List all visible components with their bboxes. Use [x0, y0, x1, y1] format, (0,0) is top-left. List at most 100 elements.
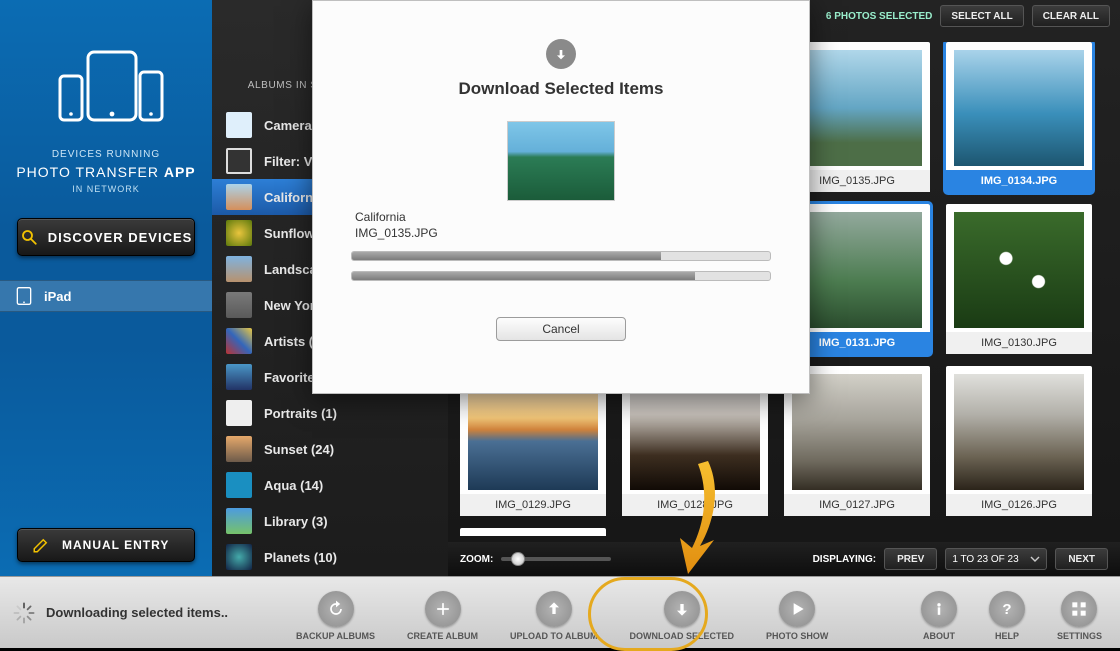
brand-title-bold: APP — [164, 164, 196, 180]
photo-thumbnail — [954, 212, 1084, 328]
album-thumbnail — [226, 292, 252, 318]
modal-progress-file — [351, 251, 771, 261]
about-button[interactable]: ABOUT — [921, 591, 957, 641]
download-modal: Download Selected Items California IMG_0… — [312, 0, 810, 394]
manual-entry-button[interactable]: MANUAL ENTRY — [17, 528, 195, 562]
device-item-ipad[interactable]: iPad — [0, 280, 212, 312]
next-page-button[interactable]: NEXT — [1055, 548, 1108, 570]
modal-progress-total — [351, 271, 771, 281]
album-thumbnail — [226, 472, 252, 498]
photo-caption: IMG_0134.JPG — [946, 170, 1092, 192]
brand-title-text: PHOTO TRANSFER — [16, 164, 159, 180]
photo-thumbnail — [954, 50, 1084, 166]
photo-show-button[interactable]: PHOTO SHOW — [766, 591, 828, 641]
photo-caption: IMG_0128.JPG — [622, 494, 768, 516]
create-album-button[interactable]: CREATE ALBUM — [407, 591, 478, 641]
chevron-down-icon — [1030, 554, 1040, 564]
about-label: ABOUT — [923, 631, 955, 641]
settings-button[interactable]: SETTINGS — [1057, 591, 1102, 641]
album-item-sunset[interactable]: Sunset (24) — [212, 431, 448, 467]
photo-caption: IMG_0127.JPG — [784, 494, 930, 516]
page-dropdown-label: 1 TO 23 OF 23 — [952, 554, 1018, 565]
album-label: Aqua (14) — [264, 478, 323, 493]
network-panel: DEVICES RUNNING PHOTO TRANSFER APP IN NE… — [0, 0, 212, 576]
album-item-planets[interactable]: Planets (10) — [212, 539, 448, 575]
plus-icon — [425, 591, 461, 627]
play-icon — [779, 591, 815, 627]
album-thumbnail — [226, 364, 252, 390]
album-label: Portraits (1) — [264, 406, 337, 421]
album-thumbnail — [226, 400, 252, 426]
help-button[interactable]: ? HELP — [989, 591, 1025, 641]
discover-label-bold: DISCOVER — [48, 230, 124, 245]
select-all-button[interactable]: SELECT ALL — [940, 5, 1023, 27]
devices-illustration — [0, 50, 212, 135]
album-item-aqua[interactable]: Aqua (14) — [212, 467, 448, 503]
create-album-label: CREATE ALBUM — [407, 631, 478, 641]
album-thumbnail — [226, 184, 252, 210]
status-text: Downloading selected items.. — [46, 605, 228, 620]
photo-thumbnail — [954, 374, 1084, 490]
upload-to-album-label: UPLOAD TO ALBUM — [510, 631, 598, 641]
download-selected-button[interactable]: DOWNLOAD SELECTED — [630, 591, 735, 641]
brand-title: PHOTO TRANSFER APP — [0, 164, 212, 180]
upload-to-album-button[interactable]: UPLOAD TO ALBUM — [510, 591, 598, 641]
selected-count: 6 PHOTOS SELECTED — [826, 11, 933, 22]
photo-item[interactable]: IMG_0134.JPG — [946, 42, 1092, 192]
tablet-icon — [14, 286, 34, 306]
album-thumbnail — [226, 544, 252, 570]
download-icon — [664, 591, 700, 627]
album-thumbnail — [226, 256, 252, 282]
photo-item[interactable]: IMG_0130.JPG — [946, 204, 1092, 354]
prev-page-button[interactable]: PREV — [884, 548, 937, 570]
album-thumbnail — [226, 112, 252, 138]
album-thumbnail — [226, 148, 252, 174]
info-icon — [921, 591, 957, 627]
edit-icon — [32, 536, 50, 554]
spinner-icon — [12, 601, 36, 625]
photo-thumbnail — [792, 374, 922, 490]
photo-thumbnail — [792, 212, 922, 328]
photo-caption: IMG_0130.JPG — [946, 332, 1092, 354]
label-devices-running: DEVICES RUNNING — [0, 149, 212, 160]
search-icon — [20, 228, 38, 246]
upload-icon — [536, 591, 572, 627]
settings-label: SETTINGS — [1057, 631, 1102, 641]
clear-all-button[interactable]: CLEAR ALL — [1032, 5, 1110, 27]
help-label: HELP — [995, 631, 1019, 641]
photo-item[interactable]: IMG_0126.JPG — [946, 366, 1092, 516]
modal-album-name: California — [355, 209, 438, 225]
album-item-library[interactable]: Library (3) — [212, 503, 448, 539]
photo-show-label: PHOTO SHOW — [766, 631, 828, 641]
grid-footer: ZOOM: DISPLAYING: PREV 1 TO 23 OF 23 NEX… — [448, 542, 1120, 576]
photo-caption: IMG_0129.JPG — [460, 494, 606, 516]
status-area: Downloading selected items.. — [0, 601, 280, 625]
modal-cancel-button[interactable]: Cancel — [496, 317, 626, 341]
bottom-toolbar: Downloading selected items.. BACKUP ALBU… — [0, 576, 1120, 648]
album-item-portraits[interactable]: Portraits (1) — [212, 395, 448, 431]
photo-item[interactable]: IMG_0125.JPG — [460, 528, 606, 536]
svg-text:?: ? — [1002, 601, 1011, 618]
photo-caption: IMG_0126.JPG — [946, 494, 1092, 516]
backup-albums-button[interactable]: BACKUP ALBUMS — [296, 591, 375, 641]
modal-file-name: IMG_0135.JPG — [355, 225, 438, 241]
zoom-label: ZOOM: — [460, 554, 493, 565]
album-label: Sunset (24) — [264, 442, 334, 457]
album-label: Planets (10) — [264, 550, 337, 565]
zoom-slider-knob[interactable] — [511, 552, 525, 566]
page-dropdown[interactable]: 1 TO 23 OF 23 — [945, 548, 1047, 570]
zoom-slider[interactable] — [501, 557, 611, 561]
help-icon: ? — [989, 591, 1025, 627]
modal-title: Download Selected Items — [459, 79, 664, 99]
album-label: Library (3) — [264, 514, 328, 529]
album-thumbnail — [226, 220, 252, 246]
album-thumbnail — [226, 436, 252, 462]
modal-file-info: California IMG_0135.JPG — [355, 209, 438, 241]
discover-devices-button[interactable]: DISCOVER DEVICES — [17, 218, 195, 256]
refresh-icon — [318, 591, 354, 627]
discover-label-suffix: DEVICES — [124, 230, 193, 245]
device-item-label: iPad — [44, 289, 71, 304]
modal-preview-thumbnail — [507, 121, 615, 201]
displaying-label: DISPLAYING: — [813, 554, 877, 565]
grid-icon — [1061, 591, 1097, 627]
